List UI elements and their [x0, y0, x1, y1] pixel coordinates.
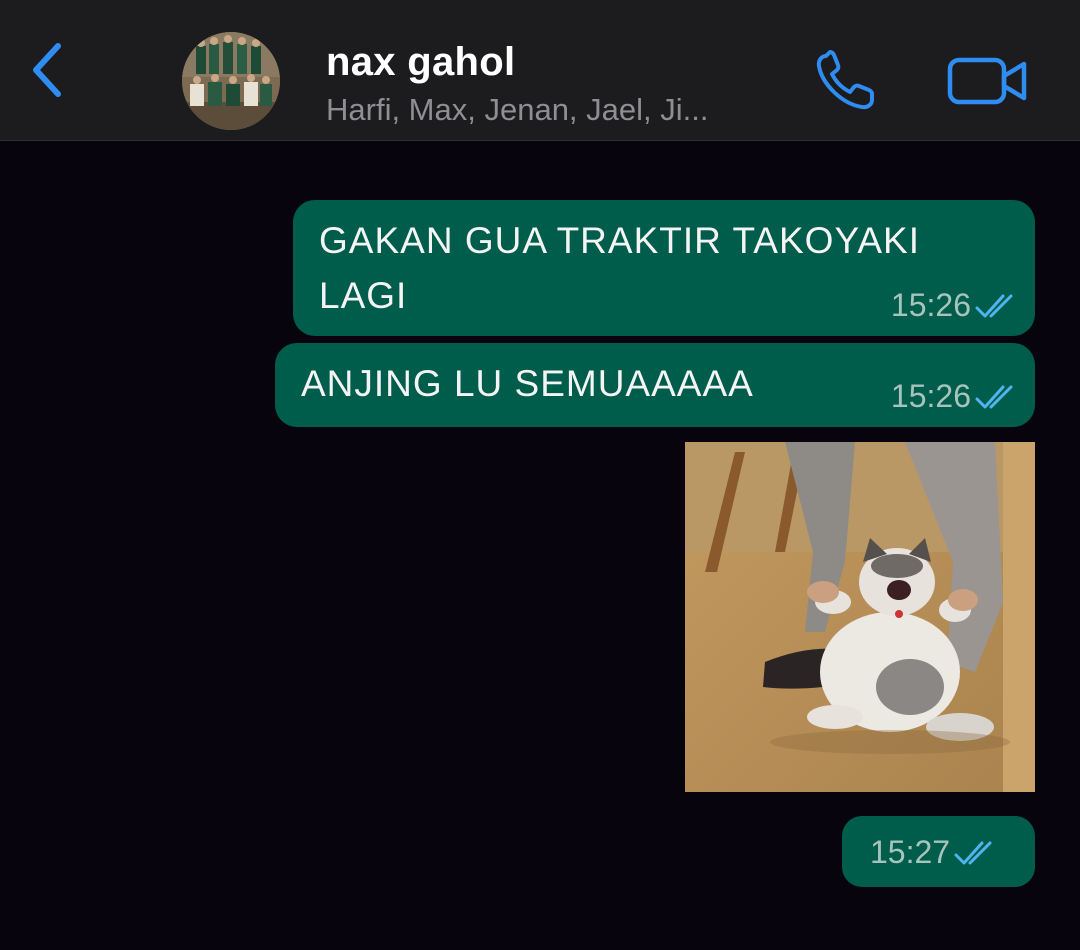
image-caption-meta[interactable]: 15:27 [842, 816, 1035, 887]
image-message[interactable] [685, 442, 1035, 792]
double-check-icon [954, 841, 992, 864]
chat-title[interactable]: nax gahol [326, 40, 515, 85]
chevron-left-icon [33, 43, 61, 97]
group-photo [182, 32, 280, 130]
double-check-icon [975, 385, 1013, 408]
chat-participants[interactable]: Harfi, Max, Jenan, Jael, Ji... [326, 92, 708, 128]
voice-call-button[interactable] [812, 50, 884, 114]
message-time: 15:26 [890, 287, 971, 323]
message-list[interactable]: GAKAN GUA TRAKTIR TAKOYAKI LAGI 15:26 AN… [0, 141, 1080, 950]
outgoing-message[interactable]: ANJING LU SEMUAAAAA 15:26 [275, 343, 1035, 427]
cat-photo [685, 442, 1035, 792]
double-check-icon [975, 294, 1013, 317]
phone-icon [816, 50, 874, 110]
message-text-line: GAKAN GUA TRAKTIR TAKOYAKI [319, 220, 921, 261]
video-camera-icon [947, 57, 1027, 105]
message-meta: 15:26 [891, 378, 1021, 415]
group-avatar[interactable] [182, 32, 280, 130]
message-time: 15:27 [870, 834, 951, 870]
outgoing-message[interactable]: GAKAN GUA TRAKTIR TAKOYAKI LAGI 15:26 [293, 200, 1035, 336]
message-meta: 15:27 [870, 834, 1000, 871]
message-meta: 15:26 [891, 287, 1021, 324]
message-text-line: ANJING LU SEMUAAAAA [301, 363, 754, 404]
back-button[interactable] [18, 40, 78, 100]
chat-screen: nax gahol Harfi, Max, Jenan, Jael, Ji...… [0, 0, 1080, 950]
chat-header: nax gahol Harfi, Max, Jenan, Jael, Ji... [0, 0, 1080, 141]
message-time: 15:26 [890, 378, 971, 414]
video-call-button[interactable] [946, 52, 1030, 110]
message-text-line: LAGI [319, 275, 408, 316]
